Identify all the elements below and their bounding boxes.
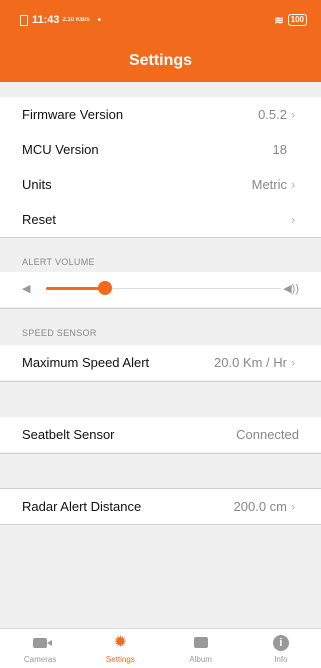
slider-thumb[interactable] xyxy=(97,281,112,295)
units-label: Units xyxy=(22,177,52,192)
mcu-version-label: MCU Version xyxy=(22,142,99,157)
battery-icon: 100 xyxy=(287,14,307,26)
reset-label: Reset xyxy=(22,212,56,227)
volume-high-icon: ◀)) xyxy=(283,283,299,295)
wifi-icon: ≋ xyxy=(274,14,284,27)
radar-alert-distance-row[interactable]: Radar Alert Distance 200.0 cm › xyxy=(0,489,321,524)
tab-info-label: Info xyxy=(274,655,288,664)
firmware-version-row[interactable]: Firmware Version 0.5.2 › xyxy=(0,97,321,132)
units-row[interactable]: Units Metric › xyxy=(0,167,321,202)
radar-alert-distance-value: 200.0 cm xyxy=(233,499,287,514)
seatbelt-section: Seatbelt Sensor Connected xyxy=(0,417,321,452)
status-bar: 11:43 2.10 KB/s • ≋ 100 xyxy=(20,12,307,28)
seatbelt-sensor-label: Seatbelt Sensor xyxy=(22,427,115,442)
max-speed-alert-value: 20.0 Km / Hr xyxy=(214,355,287,370)
firmware-version-value: 0.5.2 xyxy=(258,107,287,122)
bottom-tab-bar: Cameras ✹ Settings Album i Info xyxy=(0,628,321,668)
volume-low-icon: ◀ xyxy=(22,283,31,295)
page-title: Settings xyxy=(128,52,193,69)
tab-cameras-label: Cameras xyxy=(23,655,57,664)
chevron-right-icon: › xyxy=(291,212,296,227)
firmware-version-label: Firmware Version xyxy=(22,107,124,122)
status-time: 11:43 xyxy=(32,14,60,26)
camera-icon xyxy=(33,637,53,648)
chevron-right-icon: › xyxy=(291,107,296,122)
units-value: Metric xyxy=(251,177,287,192)
max-speed-alert-label: Maximum Speed Alert xyxy=(22,355,150,370)
tab-settings[interactable]: ✹ Settings xyxy=(80,629,160,668)
tab-info[interactable]: i Info xyxy=(241,629,321,668)
divider xyxy=(0,237,321,238)
device-info-section: Firmware Version 0.5.2 › MCU Version 18 … xyxy=(0,97,321,237)
mcu-version-row: MCU Version 18 xyxy=(0,132,321,167)
seatbelt-sensor-value: Connected xyxy=(236,427,299,442)
radar-alert-distance-label: Radar Alert Distance xyxy=(22,499,142,514)
tab-cameras[interactable]: Cameras xyxy=(0,629,80,668)
sim-icon xyxy=(20,14,28,26)
divider xyxy=(0,453,321,454)
notification-dot: • xyxy=(97,14,102,26)
speed-sensor-section: Maximum Speed Alert 20.0 Km / Hr › xyxy=(0,345,321,380)
divider xyxy=(0,381,321,382)
alert-volume-heading: ALERT VOLUME xyxy=(22,257,95,267)
speed-sensor-heading: SPEED SENSOR xyxy=(22,328,97,338)
app-header: 11:43 2.10 KB/s • ≋ 100 Settings xyxy=(0,0,321,82)
chevron-right-icon: › xyxy=(291,499,296,514)
reset-row[interactable]: Reset › xyxy=(0,202,321,237)
chevron-right-icon: › xyxy=(291,355,296,370)
album-icon xyxy=(193,637,208,649)
radar-section: Radar Alert Distance 200.0 cm › xyxy=(0,489,321,524)
divider xyxy=(0,524,321,525)
chevron-right-icon: › xyxy=(291,177,296,192)
tab-settings-label: Settings xyxy=(105,655,135,664)
network-speed: 2.10 KB/s xyxy=(62,17,90,23)
gear-icon: ✹ xyxy=(113,634,128,651)
slider-fill xyxy=(46,287,105,290)
mcu-version-value: 18 xyxy=(272,142,287,157)
alert-volume-slider[interactable]: ◀ ◀)) xyxy=(0,272,321,307)
info-icon: i xyxy=(272,634,289,651)
divider xyxy=(0,308,321,309)
max-speed-alert-row[interactable]: Maximum Speed Alert 20.0 Km / Hr › xyxy=(0,345,321,380)
tab-album[interactable]: Album xyxy=(161,629,241,668)
tab-album-label: Album xyxy=(189,655,212,664)
seatbelt-sensor-row: Seatbelt Sensor Connected xyxy=(0,417,321,452)
